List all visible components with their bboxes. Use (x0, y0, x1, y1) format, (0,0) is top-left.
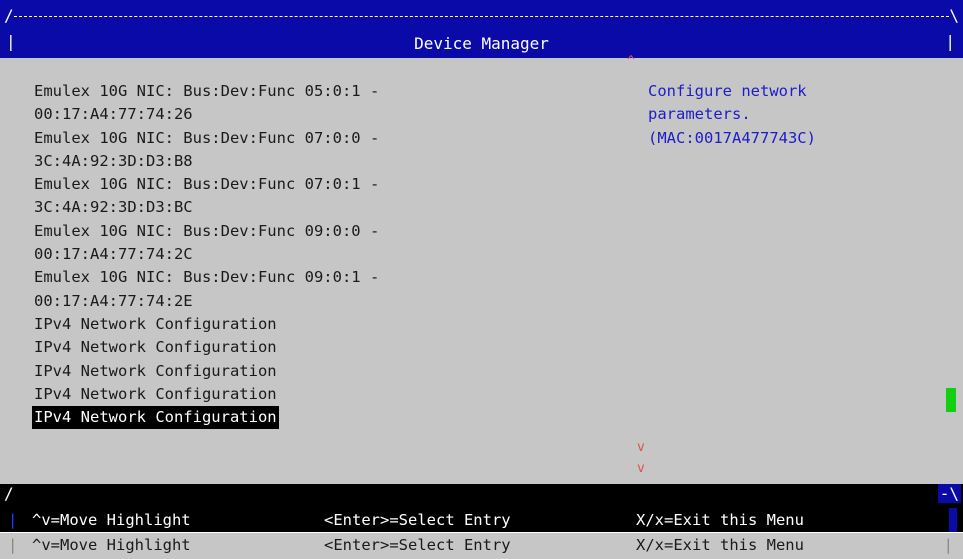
menu-item-nic-09-0-1[interactable]: Emulex 10G NIC: Bus:Dev:Func 09:0:1 - (34, 266, 504, 289)
menu-item-ipv4-config-1[interactable]: IPv4 Network Configuration (34, 313, 504, 336)
select-entry-hint: <Enter>=Select Entry (324, 536, 511, 554)
menu-item-ipv4-config-4[interactable]: IPv4 Network Configuration (34, 383, 504, 406)
menu-item-ipv4-config-3[interactable]: IPv4 Network Configuration (34, 360, 504, 383)
menu-item-nic-09-0-1-mac[interactable]: 00:17:A4:77:74:2E (34, 290, 504, 313)
scroll-down-indicator-2: v (637, 461, 645, 476)
menu-item-nic-09-0-0[interactable]: Emulex 10G NIC: Bus:Dev:Func 09:0:0 - (34, 220, 504, 243)
menu-item-nic-07-0-0-mac[interactable]: 3C:4A:92:3D:D3:B8 (34, 150, 504, 173)
scroll-up-indicator: ^ (627, 54, 635, 69)
scroll-down-indicator-1: v (637, 440, 645, 455)
move-highlight-hint: ^v=Move Highlight (32, 511, 191, 529)
border-right-block (949, 508, 957, 532)
menu-item-ipv4-config-2[interactable]: IPv4 Network Configuration (34, 336, 504, 359)
menu-item-nic-07-0-1[interactable]: Emulex 10G NIC: Bus:Dev:Func 07:0:1 - (34, 173, 504, 196)
help-line-3: (MAC:0017A477743C) (648, 128, 816, 147)
footer-keys-row-1: | ^v=Move Highlight <Enter>=Select Entry… (0, 508, 963, 532)
menu-item-nic-05-0-1[interactable]: Emulex 10G NIC: Bus:Dev:Func 05:0:1 - (34, 80, 504, 103)
select-entry-hint: <Enter>=Select Entry (324, 511, 511, 529)
corner-top-left: / (4, 6, 14, 25)
scrollbar-thumb[interactable] (946, 388, 956, 412)
title-bar: / \ | | Device Manager (0, 0, 963, 58)
menu-item-nic-05-0-1-mac[interactable]: 00:17:A4:77:74:26 (34, 103, 504, 126)
title-border (14, 16, 949, 17)
exit-menu-hint: X/x=Exit this Menu (636, 511, 804, 529)
corner-bottom-left: / (4, 484, 14, 503)
bios-screen: / \ | | Device Manager ^ Emulex 10G NIC:… (0, 0, 963, 559)
footer-keys-row-2: | ^v=Move Highlight <Enter>=Select Entry… (0, 532, 963, 557)
window-title: Device Manager (414, 34, 549, 53)
device-menu: Emulex 10G NIC: Bus:Dev:Func 05:0:1 - 00… (32, 80, 504, 430)
menu-item-nic-07-0-0[interactable]: Emulex 10G NIC: Bus:Dev:Func 07:0:0 - (34, 127, 504, 150)
menu-item-nic-09-0-0-mac[interactable]: 00:17:A4:77:74:2C (34, 243, 504, 266)
border-left: | (8, 511, 18, 529)
corner-bottom-right: -\ (937, 484, 961, 503)
menu-item-ipv4-config-5-selected[interactable]: IPv4 Network Configuration (32, 406, 279, 430)
help-panel: Configure network parameters. (MAC:0017A… (648, 80, 928, 150)
move-highlight-hint: ^v=Move Highlight (32, 536, 191, 554)
help-line-2: parameters. (648, 105, 751, 124)
border-left: | (8, 536, 18, 554)
corner-top-right: \ (949, 6, 959, 25)
exit-menu-hint: X/x=Exit this Menu (636, 536, 804, 554)
border-right: | (943, 536, 953, 554)
menu-item-nic-07-0-1-mac[interactable]: 3C:4A:92:3D:D3:BC (34, 196, 504, 219)
help-line-1: Configure network (648, 82, 807, 100)
